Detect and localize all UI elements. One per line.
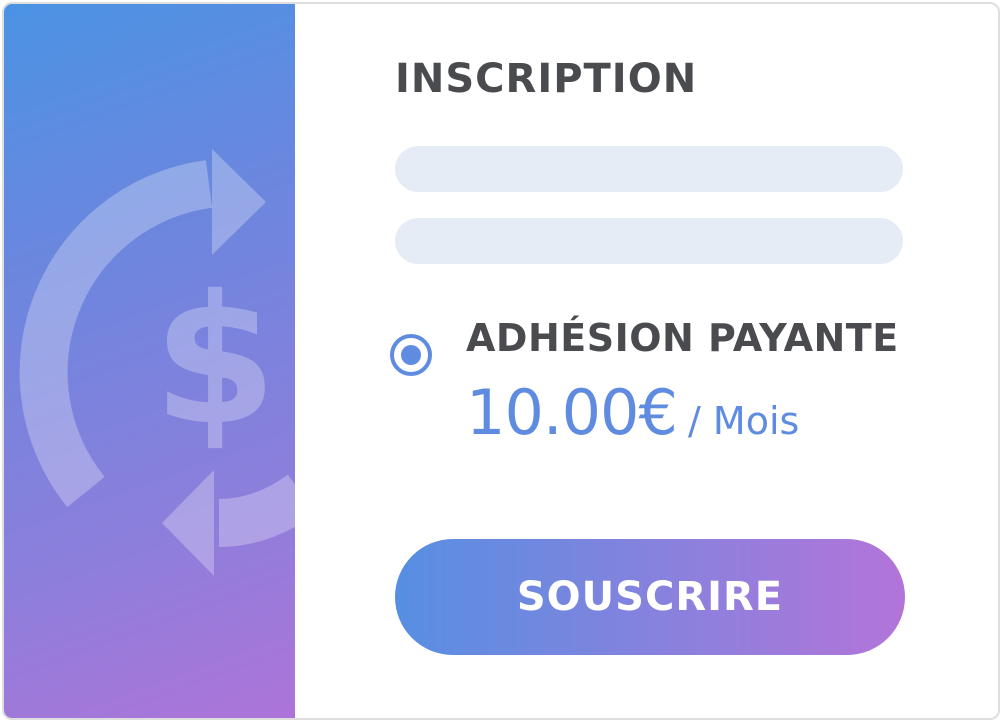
recurring-dollar-icon: $ — [19, 149, 295, 576]
signup-field-1[interactable] — [395, 146, 903, 192]
svg-text:$: $ — [153, 257, 277, 464]
signup-field-2[interactable] — [395, 218, 903, 264]
subscribe-button[interactable]: SOUSCRIRE — [395, 539, 905, 655]
price-row: 10.00€ / Mois — [466, 376, 799, 449]
paid-plan-radio[interactable] — [390, 334, 432, 376]
form-title: INSCRIPTION — [395, 56, 698, 102]
plan-label: ADHÉSION PAYANTE — [466, 316, 899, 360]
plan-period: / Mois — [688, 399, 800, 443]
radio-selected-dot — [401, 345, 421, 365]
subscription-card: $ INSCRIPTION ADHÉSION PAYANTE 10.00€ / … — [2, 2, 1000, 720]
form-panel: INSCRIPTION ADHÉSION PAYANTE 10.00€ / Mo… — [295, 4, 998, 718]
plan-price: 10.00€ — [466, 376, 678, 449]
decorative-side-panel: $ — [4, 4, 295, 718]
